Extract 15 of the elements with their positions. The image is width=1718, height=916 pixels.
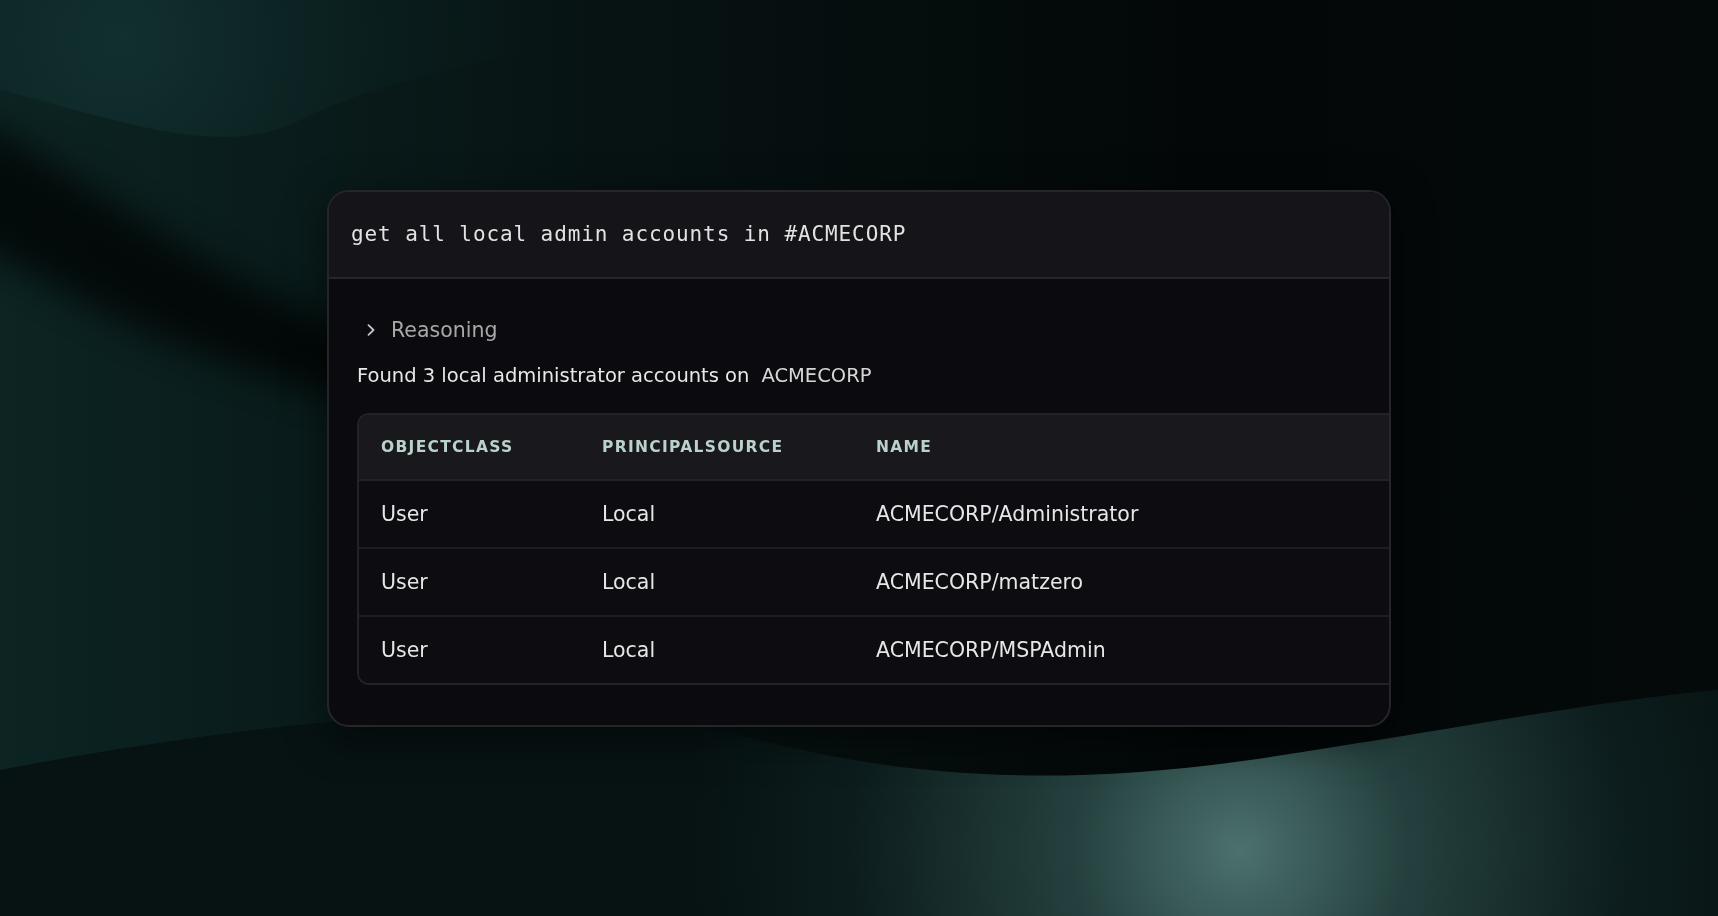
column-header: NAME bbox=[875, 436, 934, 458]
table-cell-text: ACMECORP/Administrator bbox=[875, 500, 1140, 528]
table-cell-text: ACMECORP/MSPAdmin bbox=[875, 636, 1107, 664]
table-cell-text: User bbox=[380, 568, 429, 596]
summary-text: Found 3 local administrator accounts on bbox=[357, 364, 750, 387]
table-cell-text: User bbox=[380, 500, 429, 528]
query-text: get all local admin accounts in #ACMECORP bbox=[351, 222, 907, 246]
table-cell-text: ACMECORP/matzero bbox=[875, 568, 1085, 596]
column-header: PRINCIPALSOURCE bbox=[601, 436, 785, 458]
table-cell-text: Local bbox=[601, 636, 657, 664]
table-cell-text: Local bbox=[601, 568, 657, 596]
entity-name: ACMECORP bbox=[761, 364, 872, 387]
column-header: OBJECTCLASS bbox=[380, 436, 515, 458]
table-cell-text: Local bbox=[601, 500, 657, 528]
table-cell-text: User bbox=[380, 636, 429, 664]
